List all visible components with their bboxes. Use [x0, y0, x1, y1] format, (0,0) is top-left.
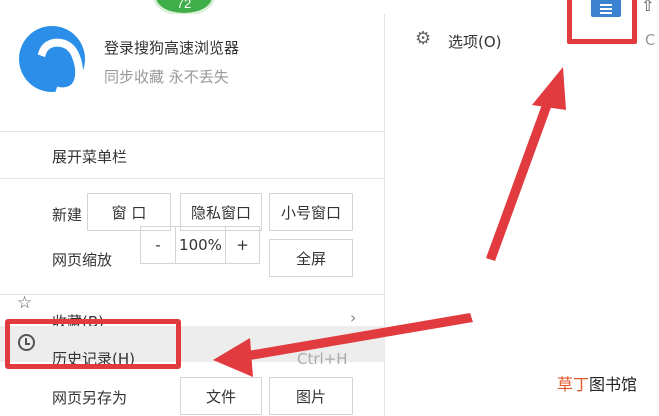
divider: [0, 294, 385, 295]
arrow-to-menu-head: [532, 67, 566, 110]
watermark: 草丁图书馆: [557, 371, 637, 395]
save-file-button[interactable]: 文件: [180, 377, 262, 415]
watermark-part2: 图书馆: [589, 375, 638, 394]
options-item[interactable]: 选项(O): [448, 31, 502, 52]
zoom-in-button[interactable]: +: [226, 227, 259, 263]
badge-number: 72: [176, 0, 192, 11]
new-label: 新建: [52, 206, 83, 224]
history-shortcut: Ctrl+H: [297, 350, 348, 368]
star-icon: ☆: [17, 293, 33, 313]
gear-icon: ⚙: [415, 28, 432, 49]
login-title[interactable]: 登录搜狗高速浏览器: [104, 37, 239, 58]
save-page-label: 网页另存为: [52, 389, 128, 407]
zoom-label: 网页缩放: [52, 251, 113, 269]
expand-menubar-item[interactable]: 展开菜单栏: [52, 146, 127, 167]
login-subtitle: 同步收藏 永不丢失: [104, 68, 229, 86]
divider: [0, 131, 385, 132]
watermark-part1: 草丁: [557, 375, 590, 394]
zoom-out-button[interactable]: -: [141, 227, 176, 263]
share-icon[interactable]: ⇧: [641, 0, 654, 15]
small-window-button[interactable]: 小号窗口: [269, 193, 353, 231]
truncated-text: C: [645, 31, 656, 49]
divider: [0, 178, 385, 179]
annotation-box-menu: [567, 0, 637, 44]
zoom-value: 100%: [176, 227, 226, 263]
arrow-to-menu-shaft: [486, 99, 553, 261]
zoom-control: - 100% +: [140, 226, 260, 264]
top-bar: [0, 0, 659, 14]
fullscreen-button[interactable]: 全屏: [269, 239, 353, 277]
save-image-button[interactable]: 图片: [269, 377, 353, 415]
chevron-right-icon: ›: [350, 308, 357, 327]
annotation-box-history: [5, 319, 181, 369]
sogou-logo-icon[interactable]: [19, 26, 85, 92]
